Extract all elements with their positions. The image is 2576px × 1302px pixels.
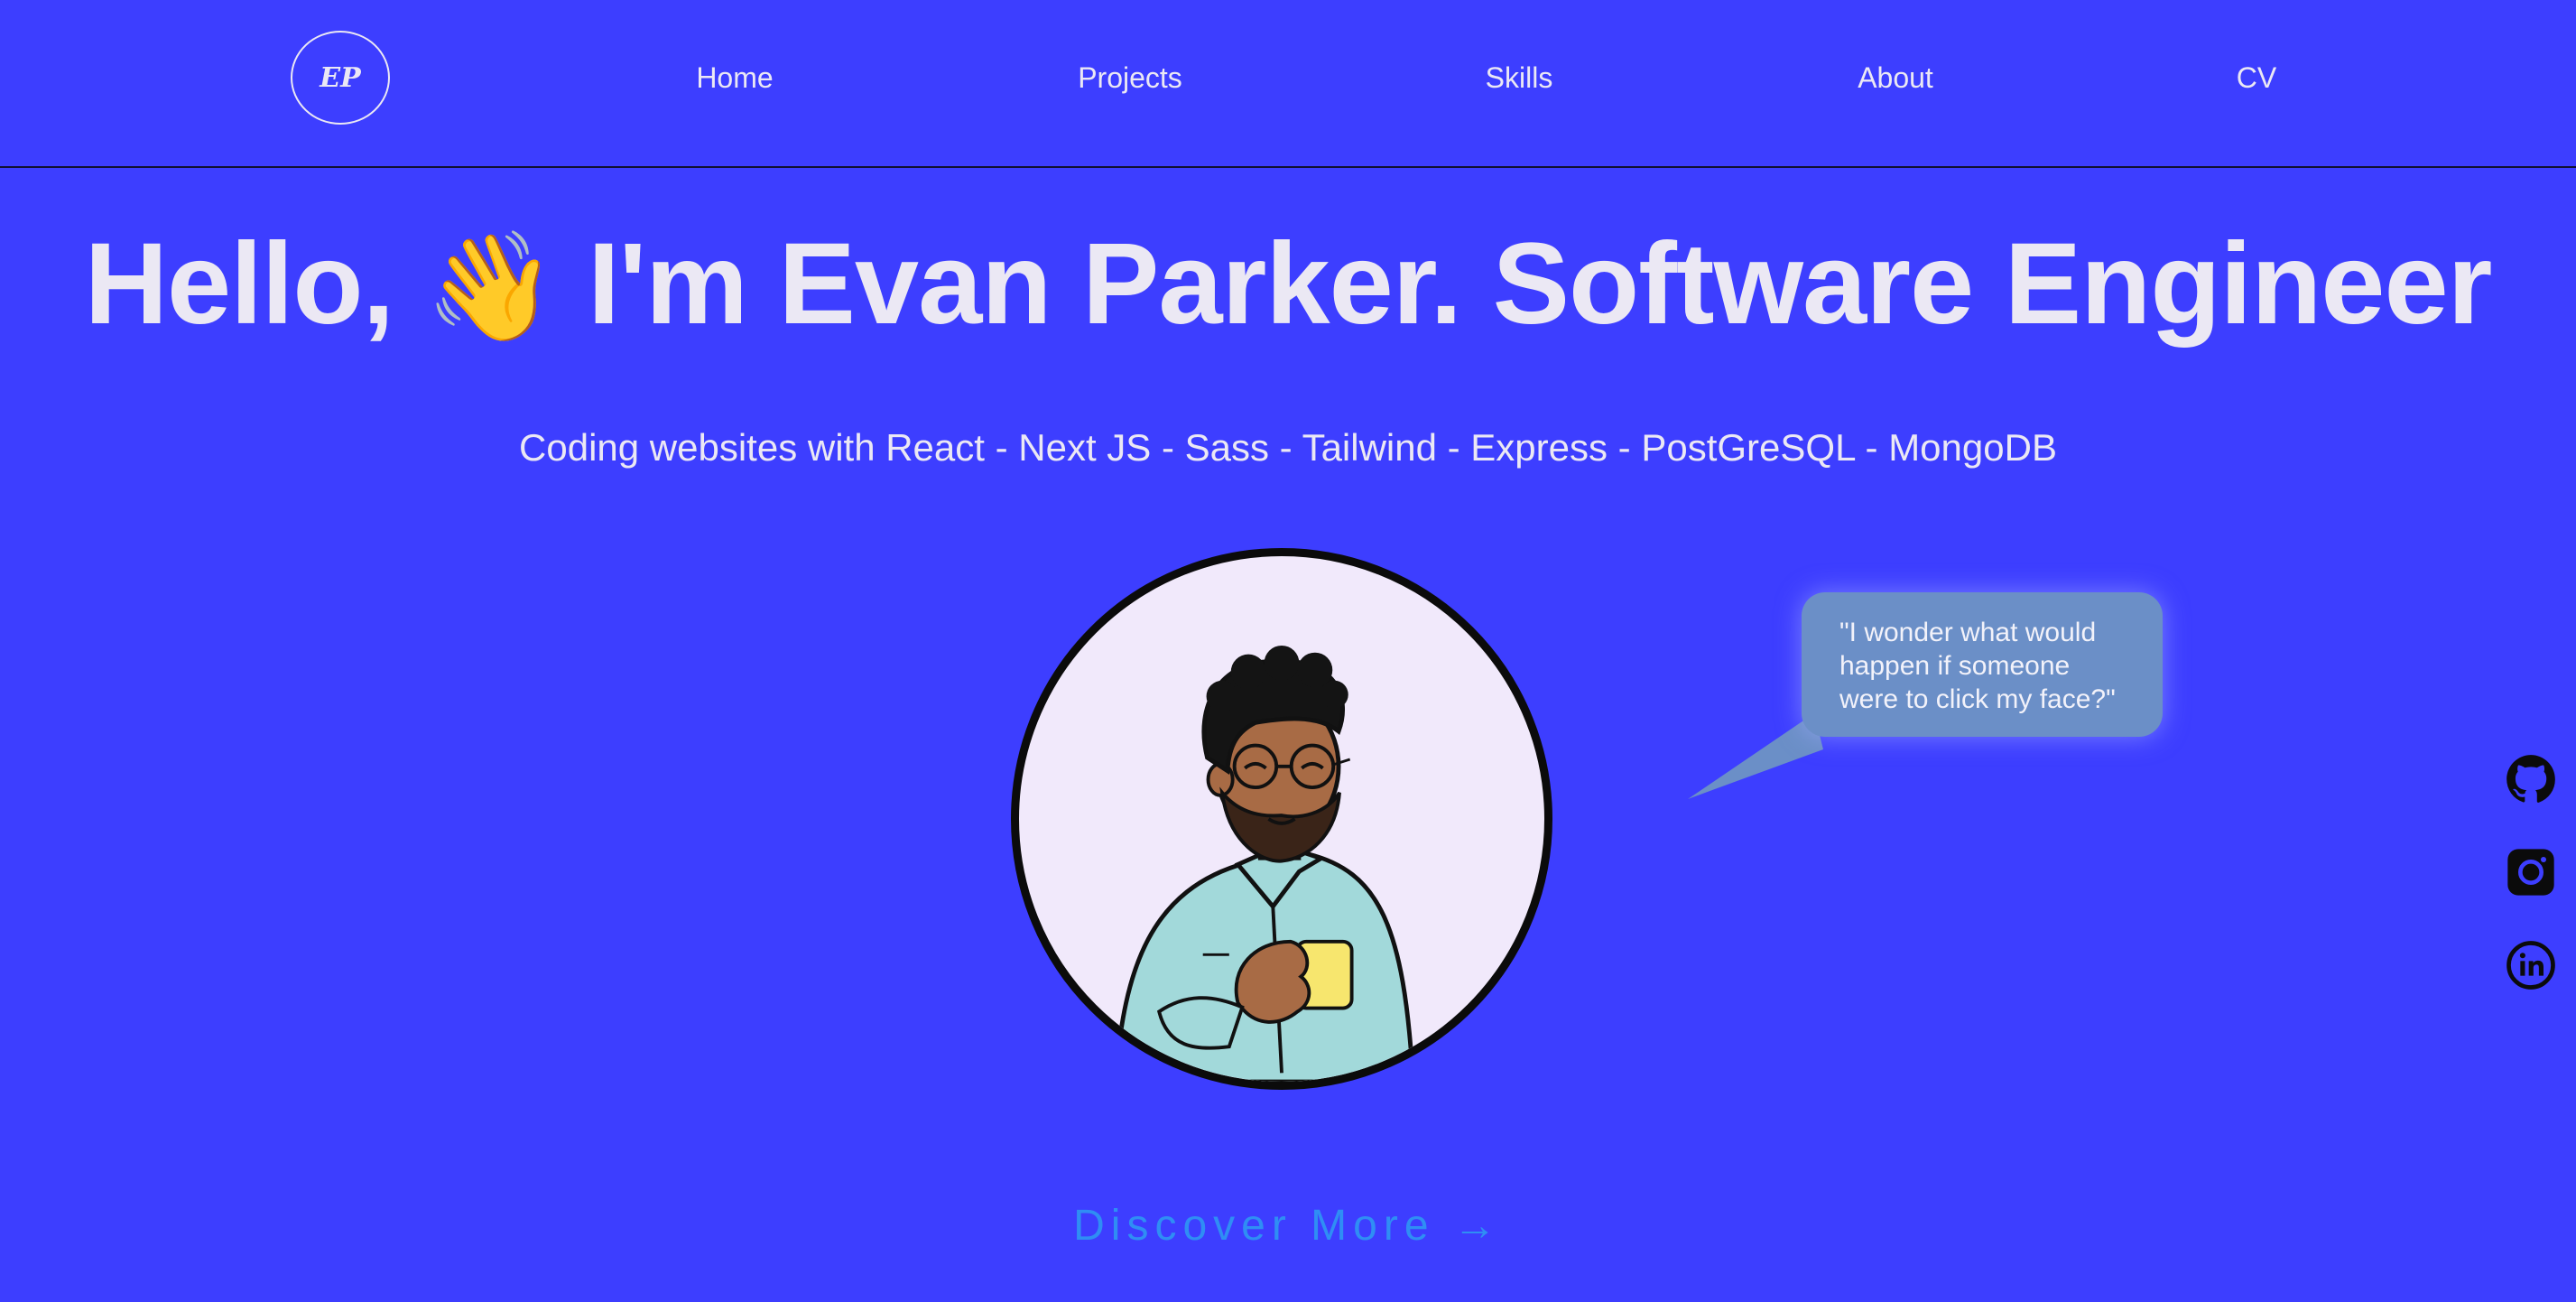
- linkedin-icon: [2507, 941, 2555, 990]
- discover-more-link[interactable]: Discover More →: [0, 1201, 2576, 1251]
- nav-skills[interactable]: Skills: [1486, 58, 1553, 98]
- github-icon: [2507, 755, 2555, 803]
- discover-more-label: Discover More: [1073, 1202, 1435, 1250]
- portfolio-page: EP Home Projects Skills About CV Hello, …: [0, 0, 2576, 1302]
- logo-button[interactable]: EP: [291, 31, 390, 125]
- nav-about[interactable]: About: [1858, 58, 1933, 98]
- site-header: EP Home Projects Skills About CV: [0, 0, 2576, 168]
- hero-headline: I'm Evan Parker. Software Engineer: [588, 219, 2492, 349]
- hero-subtitle: Coding websites with React - Next JS - S…: [519, 426, 2057, 469]
- instagram-link[interactable]: [2506, 847, 2556, 897]
- instagram-icon: [2507, 849, 2554, 896]
- arrow-right-icon: →: [1452, 1202, 1503, 1250]
- speech-bubble: "I wonder what would happen if someone w…: [1802, 592, 2163, 737]
- nav-cv[interactable]: CV: [2237, 58, 2276, 98]
- nav-home[interactable]: Home: [696, 58, 773, 98]
- waving-hand-icon: 👋: [424, 228, 558, 347]
- avatar-face-button[interactable]: [1011, 548, 1552, 1090]
- hero-title: Hello, 👋 I'm Evan Parker. Software Engin…: [0, 217, 2576, 355]
- hero-greeting: Hello,: [84, 219, 394, 349]
- github-link[interactable]: [2506, 754, 2556, 804]
- developer-illustration: [1113, 645, 1415, 1082]
- speech-bubble-text: "I wonder what would happen if someone w…: [1839, 618, 2116, 714]
- nav-projects[interactable]: Projects: [1078, 58, 1182, 98]
- linkedin-link[interactable]: [2506, 940, 2556, 990]
